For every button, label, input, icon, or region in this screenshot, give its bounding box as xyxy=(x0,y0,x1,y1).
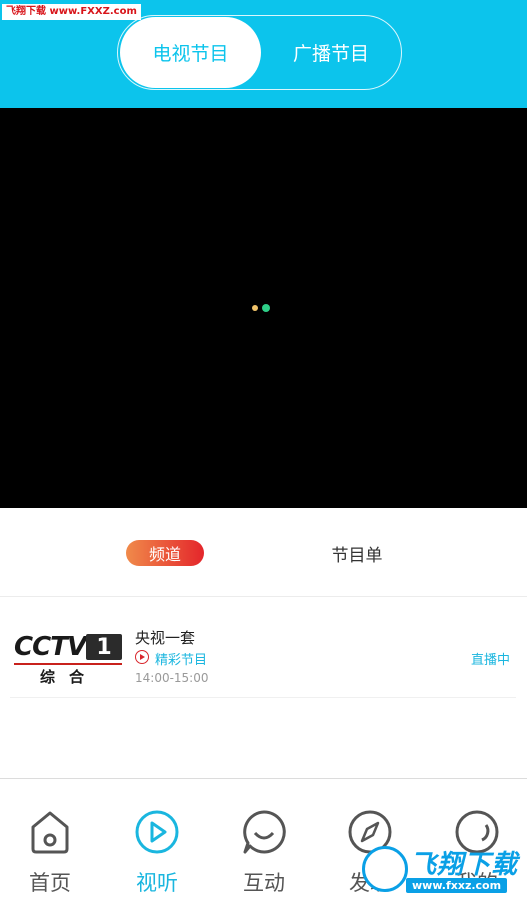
logo-subtitle: 综合 xyxy=(40,668,99,686)
nav-item-home[interactable]: 首页 xyxy=(0,809,100,899)
video-player[interactable] xyxy=(0,108,527,508)
tab-schedule[interactable]: 节目单 xyxy=(316,540,398,566)
logo-number: 1 xyxy=(86,634,122,660)
header-bar: 飞翔下载 www.FXXZ.com 电视节目 广播节目 xyxy=(0,0,527,108)
channel-list-item[interactable]: CCTV 1 综合 央视一套 精彩节目 14:00-15:00 直播中 xyxy=(10,598,516,698)
nav-item-interact[interactable]: 互动 xyxy=(214,809,314,899)
program-name: 精彩节目 xyxy=(155,653,208,668)
channel-tabs: 频道 节目单 xyxy=(0,508,527,597)
play-icon xyxy=(135,650,149,664)
download-badge: 飞翔下载 www.fxxz.com xyxy=(362,842,522,902)
nav-item-media[interactable]: 视听 xyxy=(107,809,207,899)
program-time: 14:00-15:00 xyxy=(135,671,209,685)
badge-title: 飞翔下载 xyxy=(410,850,519,880)
chat-icon xyxy=(243,810,286,854)
watermark: 飞翔下载 www.FXXZ.com xyxy=(2,4,141,20)
play-icon xyxy=(135,810,179,854)
logo-divider xyxy=(14,663,122,665)
tab-radio-programs[interactable]: 广播节目 xyxy=(263,16,399,88)
app-screen: 飞翔下载 www.FXXZ.com 电视节目 广播节目 频道 节目单 CCTV … xyxy=(0,0,527,906)
nav-label: 互动 xyxy=(243,871,285,895)
channel-name: 央视一套 xyxy=(135,629,196,647)
badge-logo-icon xyxy=(362,846,408,892)
program-type-switch: 电视节目 广播节目 xyxy=(117,15,402,90)
tab-channels[interactable]: 频道 xyxy=(126,540,204,566)
loading-dot xyxy=(252,305,258,311)
logo-text: CCTV xyxy=(14,632,87,662)
live-status: 直播中 xyxy=(470,653,510,668)
home-icon xyxy=(31,811,69,854)
nav-label: 首页 xyxy=(29,871,71,895)
tab-tv-programs[interactable]: 电视节目 xyxy=(120,17,261,88)
nav-label: 视听 xyxy=(136,871,178,895)
loading-dot xyxy=(262,304,270,312)
cctv1-logo: CCTV 1 综合 xyxy=(12,632,124,686)
badge-url: www.fxxz.com xyxy=(406,878,508,893)
